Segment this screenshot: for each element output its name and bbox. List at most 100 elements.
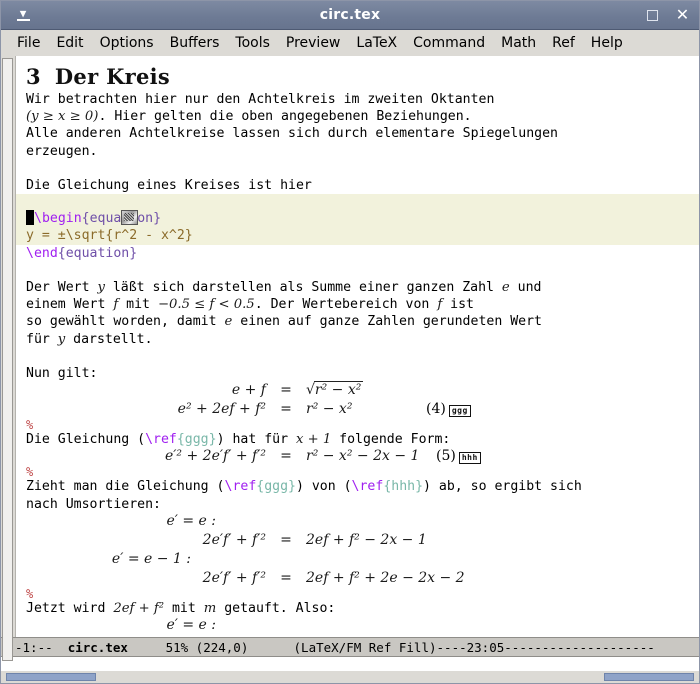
- menu-item-help[interactable]: Help: [583, 33, 631, 53]
- paragraph-1-line-4: erzeugen.: [26, 143, 98, 159]
- source-line-equation[interactable]: y = ±\sqrt{r^2 - x^2}: [16, 227, 699, 244]
- eq5-rhs: r² − x² − 2x − 1: [306, 448, 420, 465]
- case1-lhs: 2e′f′ + f′²: [202, 531, 266, 548]
- preview-highlight-region[interactable]: \begin{equation} y = ±\sqrt{r^2 - x^2}: [16, 194, 699, 245]
- emacs-window: ▼ circ.tex ✕ File Edit Options Buffers T…: [0, 0, 700, 684]
- p4-ref-arg[interactable]: {ggg}: [177, 432, 217, 447]
- eq4-row1-relation: =: [280, 382, 292, 399]
- case-2-equation-row: 2e′f′ + f′² = 2ef + f² + 2e − 2x − 2: [16, 570, 699, 589]
- close-button[interactable]: ✕: [673, 7, 692, 24]
- menu-bar: File Edit Options Buffers Tools Preview …: [1, 30, 699, 57]
- case-1-condition-row: e′ = e :: [16, 513, 699, 532]
- p3l2-d: ist: [442, 297, 474, 313]
- case1-condition: e′ = e :: [166, 512, 216, 529]
- p4-c: folgende Form:: [331, 432, 451, 448]
- buffer-text-area[interactable]: 3 Der Kreis Wir betrachten hier nur den A…: [16, 56, 699, 637]
- p3l4-b: darstellt.: [65, 331, 153, 347]
- p5-ref2-arg[interactable]: {hhh}: [383, 479, 423, 494]
- maximize-button[interactable]: [643, 7, 662, 24]
- horizontal-scrollbar-thumb-left[interactable]: [6, 673, 96, 681]
- preview-image-icon[interactable]: [121, 210, 139, 226]
- p6-b: mit: [164, 600, 204, 616]
- paragraph-5-line-2: nach Umsortieren:: [26, 496, 161, 512]
- end-macro-arg: {equation}: [57, 245, 138, 261]
- iconify-button[interactable]: ▼: [1, 8, 45, 21]
- paragraph-5-line-1: Zieht man die Gleichung (\ref{ggg}) von …: [16, 478, 699, 495]
- p3l3-a: so gewählt worden, damit: [26, 314, 225, 330]
- p3l3-b: einen auf ganze Zahlen gerundeten Wert: [232, 314, 542, 330]
- vertical-scrollbar-thumb[interactable]: [2, 58, 13, 661]
- eq4-row1-lhs: e + f: [231, 382, 266, 399]
- eq4-row2-lhs: e² + 2ef + f²: [177, 401, 266, 418]
- case3-rhs: m − 2x − 1: [306, 636, 386, 637]
- text-cursor: [26, 210, 34, 226]
- paragraph-2: Die Gleichung eines Kreises ist hier: [26, 178, 312, 193]
- p6-math-2: m: [203, 600, 217, 616]
- p6-c: getauft. Also:: [216, 600, 336, 616]
- menu-item-buffers[interactable]: Buffers: [162, 33, 228, 53]
- menu-item-tools[interactable]: Tools: [227, 33, 278, 53]
- menu-item-math[interactable]: Math: [493, 33, 544, 53]
- p3l1-c: und: [509, 280, 542, 295]
- mode-line-coding: -1:--: [15, 639, 53, 655]
- eq4-label-box[interactable]: ggg: [448, 405, 471, 418]
- close-icon: ✕: [675, 5, 690, 24]
- section-title: Der Kreis: [54, 64, 171, 89]
- mode-line-modes[interactable]: (LaTeX/FM Ref Fill): [294, 640, 437, 655]
- comment-mark-1: %: [26, 418, 34, 433]
- eq4-row1-rhs: √r² − x²: [306, 381, 364, 399]
- menu-item-ref[interactable]: Ref: [544, 33, 583, 53]
- menu-item-command[interactable]: Command: [405, 33, 493, 53]
- mode-line-dashes-left: ----: [436, 639, 467, 655]
- paragraph-1-line-1: Wir betrachten hier nur den Achtelkreis …: [26, 92, 495, 107]
- p5-c: ) ab, so ergibt sich: [423, 479, 582, 495]
- p4-ref-macro[interactable]: \ref: [145, 432, 177, 447]
- minibuffer[interactable]: [1, 657, 699, 671]
- p4-a: Die Gleichung (: [26, 432, 146, 448]
- mode-line[interactable]: -1:-- circ.tex 51% (224,0) (LaTeX/FM Ref…: [1, 637, 699, 657]
- end-macro: \end: [26, 245, 58, 261]
- p5-b: ) von (: [295, 479, 352, 495]
- p3l1-b: läßt sich darstellen als Summe einer gan…: [104, 280, 502, 295]
- horizontal-scrollbar-thumb-right[interactable]: [604, 673, 694, 681]
- preview-image-row[interactable]: [16, 194, 699, 226]
- eq5-label-box[interactable]: hhh: [458, 452, 481, 465]
- maximize-icon: [647, 9, 658, 21]
- p5-ref2-macro[interactable]: \ref: [352, 479, 384, 494]
- source-line-end[interactable]: \end{equation}: [16, 245, 699, 262]
- mode-line-position: (224,0): [195, 639, 249, 655]
- paragraph-3-line-1: Der Wert y läßt sich darstellen als Summ…: [16, 279, 699, 296]
- menu-item-latex[interactable]: LaTeX: [348, 33, 405, 53]
- source-line-begin[interactable]: \begin{equation}: [16, 210, 699, 227]
- p5-ref1-arg[interactable]: {ggg}: [256, 479, 296, 494]
- case1-rhs: 2ef + f² − 2x − 1: [306, 531, 427, 548]
- vertical-scrollbar[interactable]: [1, 56, 16, 661]
- case3-lhs: m′: [16, 636, 266, 637]
- p3l2-b: mit: [118, 297, 158, 313]
- mode-line-time: 23:05: [466, 639, 505, 655]
- horizontal-scrollbar[interactable]: [1, 671, 699, 683]
- comment-mark-3: %: [26, 586, 34, 601]
- p5-ref1-macro[interactable]: \ref: [225, 479, 257, 494]
- equation-4-row-1: e + f = √r² − x²: [16, 381, 699, 401]
- paragraph-1-line-2: (y ≥ x ≥ 0). Hier gelten die oben angege…: [16, 108, 699, 125]
- mode-line-buffer-name[interactable]: circ.tex: [68, 640, 128, 655]
- paragraph-1-line-3: Alle anderen Achtelkreise lassen sich du…: [26, 126, 558, 142]
- menu-item-file[interactable]: File: [9, 33, 48, 53]
- case3-relation: =: [266, 636, 306, 637]
- equation-4-row-2: e² + 2ef + f² = r² − x² (4) ggg: [16, 401, 699, 420]
- menu-item-preview[interactable]: Preview: [278, 33, 349, 53]
- p3l2-math-range: −0.5 ≤ f < 0.5: [157, 297, 255, 313]
- window-controls: ✕: [643, 1, 692, 29]
- window-title: circ.tex: [319, 7, 381, 23]
- mode-line-percent: 51%: [165, 639, 189, 655]
- menu-item-edit[interactable]: Edit: [48, 33, 91, 53]
- paragraph-6: Jetzt wird 2ef + f² mit m getauft. Also:: [16, 600, 699, 617]
- title-bar: ▼ circ.tex ✕: [1, 1, 699, 30]
- menu-item-options[interactable]: Options: [92, 33, 162, 53]
- eq5-relation: =: [280, 448, 292, 465]
- paragraph-3-line-4: für y darstellt.: [16, 331, 699, 348]
